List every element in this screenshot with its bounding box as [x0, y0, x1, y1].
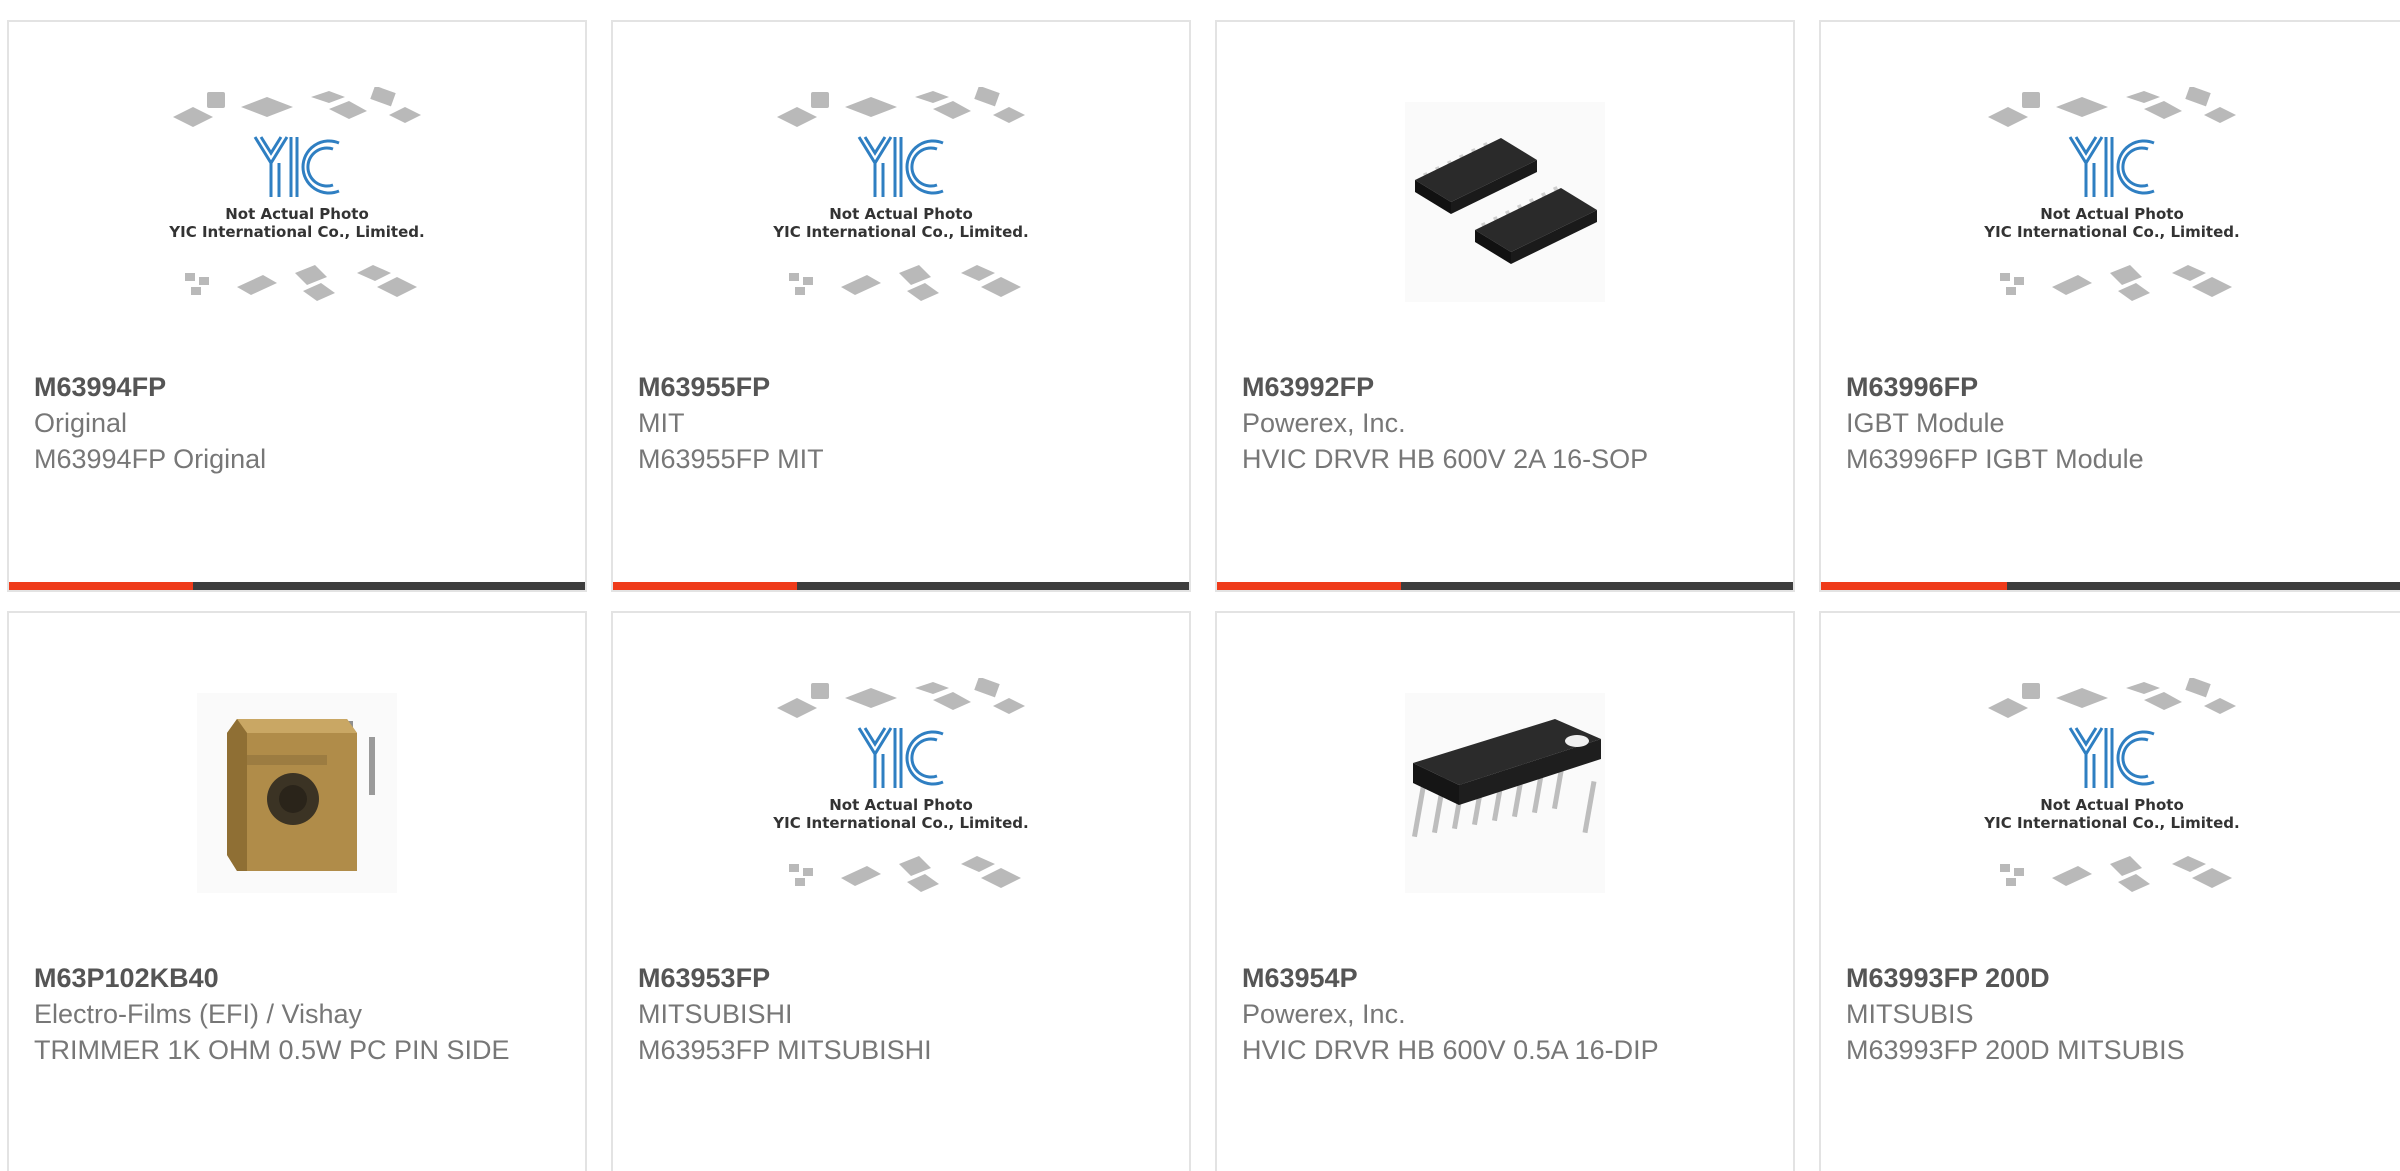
- trimmer-icon: [167, 693, 427, 893]
- description: M63994FP Original: [34, 444, 267, 474]
- progress-fill: [1217, 582, 1402, 590]
- part-number[interactable]: M63954P: [1242, 960, 1733, 996]
- progress-fill: [613, 582, 798, 590]
- product-card[interactable]: M63954P Powerex, Inc. HVIC DRVR HB 600V …: [1215, 611, 1795, 1171]
- part-number[interactable]: M63955FP: [638, 369, 1129, 405]
- description: TRIMMER 1K OHM 0.5W PC PIN SIDE: [34, 1035, 510, 1065]
- description: M63996FP IGBT Module: [1846, 444, 2144, 474]
- manufacturer: MITSUBIS: [1846, 999, 1974, 1029]
- part-number[interactable]: M63P102KB40: [34, 960, 525, 996]
- progress-bar: [1821, 582, 2400, 590]
- product-card[interactable]: Not Actual Photo YIC International Co., …: [611, 611, 1191, 1171]
- part-number[interactable]: M63996FP: [1846, 369, 2342, 405]
- progress-fill: [9, 582, 194, 590]
- placeholder-icon: Not Actual Photo YIC International Co., …: [771, 87, 1031, 302]
- product-grid: Not Actual Photo YIC International Co., …: [0, 0, 2400, 1171]
- description: M63953FP MITSUBISHI: [638, 1035, 932, 1065]
- part-number[interactable]: M63994FP: [34, 369, 525, 405]
- sop-chip-icon: [1375, 102, 1635, 302]
- placeholder-caption-line2: YIC International Co., Limited.: [772, 814, 1028, 832]
- description: HVIC DRVR HB 600V 2A 16-SOP: [1242, 444, 1649, 474]
- product-card[interactable]: Not Actual Photo YIC International Co., …: [1819, 611, 2400, 1171]
- part-number[interactable]: M63993FP 200D: [1846, 960, 2342, 996]
- product-card[interactable]: M63P102KB40 Electro-Films (EFI) / Vishay…: [7, 611, 587, 1171]
- placeholder-icon: Not Actual Photo YIC International Co., …: [1982, 678, 2242, 893]
- part-number[interactable]: M63992FP: [1242, 369, 1733, 405]
- placeholder-icon: Not Actual Photo YIC International Co., …: [1982, 87, 2242, 302]
- placeholder-caption-line1: Not Actual Photo: [2040, 205, 2184, 223]
- placeholder-caption-line1: Not Actual Photo: [2040, 796, 2184, 814]
- manufacturer: Original: [34, 408, 128, 438]
- manufacturer: MITSUBISHI: [638, 999, 793, 1029]
- placeholder-caption-line1: Not Actual Photo: [225, 205, 369, 223]
- placeholder-caption-line2: YIC International Co., Limited.: [1983, 814, 2239, 832]
- placeholder-caption-line2: YIC International Co., Limited.: [168, 223, 424, 241]
- manufacturer: IGBT Module: [1846, 408, 2005, 438]
- manufacturer: MIT: [638, 408, 685, 438]
- placeholder-icon: Not Actual Photo YIC International Co., …: [771, 678, 1031, 893]
- manufacturer: Powerex, Inc.: [1242, 408, 1406, 438]
- progress-fill: [1821, 582, 2007, 590]
- part-number[interactable]: M63953FP: [638, 960, 1129, 996]
- manufacturer: Powerex, Inc.: [1242, 999, 1406, 1029]
- progress-bar: [9, 582, 585, 590]
- product-card[interactable]: Not Actual Photo YIC International Co., …: [7, 20, 587, 592]
- placeholder-caption-line2: YIC International Co., Limited.: [772, 223, 1028, 241]
- placeholder-caption-line1: Not Actual Photo: [829, 796, 973, 814]
- description: HVIC DRVR HB 600V 0.5A 16-DIP: [1242, 1035, 1659, 1065]
- progress-bar: [613, 582, 1189, 590]
- placeholder-caption-line1: Not Actual Photo: [829, 205, 973, 223]
- placeholder-icon: Not Actual Photo YIC International Co., …: [167, 87, 427, 302]
- description: M63993FP 200D MITSUBIS: [1846, 1035, 2185, 1065]
- product-card[interactable]: Not Actual Photo YIC International Co., …: [611, 20, 1191, 592]
- dip-chip-icon: [1375, 693, 1635, 893]
- product-card[interactable]: Not Actual Photo YIC International Co., …: [1819, 20, 2400, 592]
- progress-bar: [1217, 582, 1793, 590]
- manufacturer: Electro-Films (EFI) / Vishay: [34, 999, 363, 1029]
- description: M63955FP MIT: [638, 444, 824, 474]
- placeholder-caption-line2: YIC International Co., Limited.: [1983, 223, 2239, 241]
- product-card[interactable]: M63992FP Powerex, Inc. HVIC DRVR HB 600V…: [1215, 20, 1795, 592]
